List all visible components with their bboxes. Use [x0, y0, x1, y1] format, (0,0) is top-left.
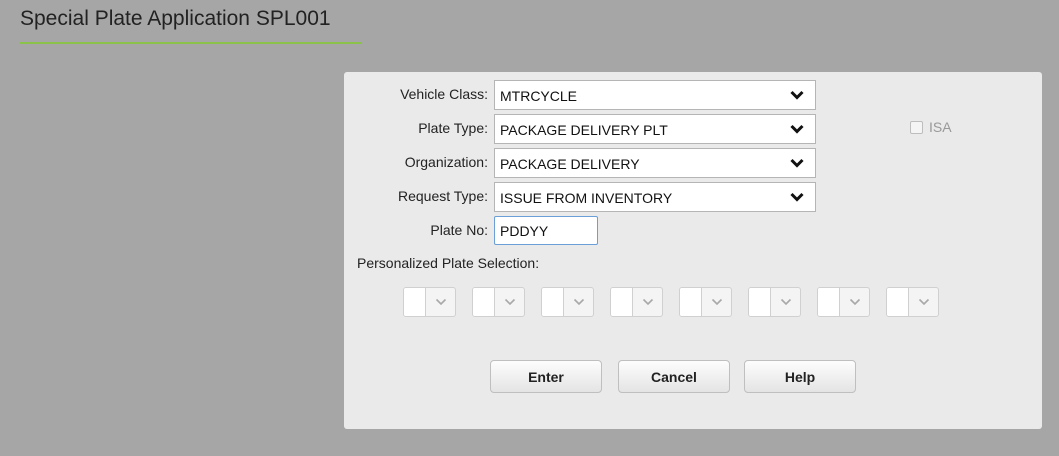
plate-char-value	[818, 288, 840, 316]
chevron-down-icon[interactable]	[909, 288, 939, 316]
plate-char-value	[404, 288, 426, 316]
plate-char-select-6[interactable]	[748, 287, 801, 317]
plate-char-select-2[interactable]	[472, 287, 525, 317]
request-type-label: Request Type:	[397, 188, 488, 204]
request-type-select[interactable]: ISSUE FROM INVENTORY	[494, 182, 816, 212]
isa-label: ISA	[929, 119, 952, 135]
help-button[interactable]: Help	[744, 360, 856, 393]
vehicle-class-select[interactable]: MTRCYCLE	[494, 80, 816, 110]
isa-checkbox-group[interactable]: ISA	[910, 119, 952, 135]
organization-value: PACKAGE DELIVERY	[500, 156, 640, 172]
plate-char-value	[680, 288, 702, 316]
chevron-down-icon[interactable]	[779, 149, 815, 177]
plate-char-value	[887, 288, 909, 316]
plate-char-value	[749, 288, 771, 316]
chevron-down-icon[interactable]	[779, 81, 815, 109]
chevron-down-icon[interactable]	[779, 115, 815, 143]
title-underline	[20, 42, 362, 44]
plate-char-value	[473, 288, 495, 316]
organization-label: Organization:	[404, 154, 488, 170]
enter-button[interactable]: Enter	[490, 360, 602, 393]
plate-char-value	[611, 288, 633, 316]
chevron-down-icon[interactable]	[840, 288, 870, 316]
chevron-down-icon[interactable]	[426, 288, 456, 316]
plate-char-value	[542, 288, 564, 316]
chevron-down-icon[interactable]	[564, 288, 594, 316]
organization-select[interactable]: PACKAGE DELIVERY	[494, 148, 816, 178]
isa-checkbox[interactable]	[910, 120, 923, 134]
chevron-down-icon[interactable]	[495, 288, 525, 316]
plate-char-select-4[interactable]	[610, 287, 663, 317]
plate-no-label: Plate No:	[430, 222, 488, 238]
plate-no-input[interactable]	[494, 216, 598, 245]
form-panel: Vehicle Class: MTRCYCLE Plate Type: PACK…	[344, 72, 1042, 429]
plate-char-select-1[interactable]	[403, 287, 456, 317]
plate-char-select-8[interactable]	[886, 287, 939, 317]
chevron-down-icon[interactable]	[779, 183, 815, 211]
plate-type-value: PACKAGE DELIVERY PLT	[500, 122, 668, 138]
request-type-value: ISSUE FROM INVENTORY	[500, 190, 673, 206]
cancel-button[interactable]: Cancel	[618, 360, 730, 393]
plate-type-label: Plate Type:	[418, 120, 488, 136]
page-title: Special Plate Application SPL001	[20, 7, 331, 30]
personalized-plate-label: Personalized Plate Selection:	[357, 255, 540, 271]
chevron-down-icon[interactable]	[633, 288, 663, 316]
vehicle-class-value: MTRCYCLE	[500, 88, 578, 104]
plate-type-select[interactable]: PACKAGE DELIVERY PLT	[494, 114, 816, 144]
vehicle-class-label: Vehicle Class:	[400, 86, 488, 102]
plate-char-select-7[interactable]	[817, 287, 870, 317]
plate-char-select-3[interactable]	[541, 287, 594, 317]
chevron-down-icon[interactable]	[702, 288, 732, 316]
chevron-down-icon[interactable]	[771, 288, 801, 316]
plate-char-select-5[interactable]	[679, 287, 732, 317]
